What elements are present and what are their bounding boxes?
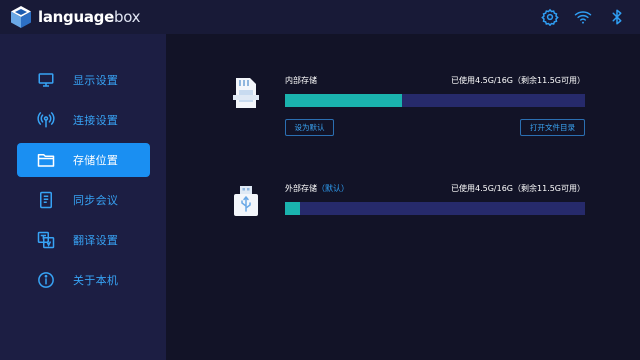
sidebar-item-label: 翻译设置 xyxy=(73,234,119,247)
translate-icon xyxy=(37,231,55,249)
internal-storage-bar-fill xyxy=(285,94,402,107)
usb-drive-icon xyxy=(229,184,263,218)
set-default-button[interactable]: 设为默认 xyxy=(285,119,334,136)
logo-text: languagebox xyxy=(38,8,141,26)
external-storage-title: 外部存储（默认） xyxy=(285,184,349,193)
wifi-icon[interactable] xyxy=(574,8,592,26)
sidebar-item-label: 存储位置 xyxy=(73,154,119,167)
logo-cube-icon xyxy=(11,6,31,28)
monitor-icon xyxy=(37,71,55,89)
sidebar-item-connection-settings[interactable]: 连接设置 xyxy=(17,103,150,137)
sidebar-item-label: 同步会议 xyxy=(73,194,119,207)
storage-panel: 内部存储 已使用4.5G/16G（剩余11.5G可用） 设为默认 打开文件目录 … xyxy=(166,34,640,360)
sidebar-item-sync-meeting[interactable]: 同步会议 xyxy=(17,183,150,217)
internal-storage-title: 内部存储 xyxy=(285,76,317,85)
broadcast-icon xyxy=(37,111,55,129)
external-storage-bar-fill xyxy=(285,202,300,215)
bluetooth-icon[interactable] xyxy=(608,8,626,26)
open-file-directory-button[interactable]: 打开文件目录 xyxy=(520,119,585,136)
sidebar-item-label: 关于本机 xyxy=(73,274,119,287)
tablet-icon xyxy=(37,191,55,209)
sidebar-item-about-device[interactable]: 关于本机 xyxy=(17,263,150,297)
external-storage-usage: 已使用4.5G/16G（剩余11.5G可用） xyxy=(450,184,585,193)
sidebar-item-display-settings[interactable]: 显示设置 xyxy=(17,63,150,97)
sidebar-item-label: 显示设置 xyxy=(73,74,119,87)
settings-gear-icon[interactable] xyxy=(541,8,559,26)
sidebar-item-label: 连接设置 xyxy=(73,114,119,127)
sd-card-icon xyxy=(229,76,263,110)
folder-icon xyxy=(37,151,55,169)
sidebar: 显示设置 连接设置 存储位置 同步会议 翻译设置 关于本机 xyxy=(0,34,166,360)
internal-storage-usage: 已使用4.5G/16G（剩余11.5G可用） xyxy=(450,76,585,85)
internal-storage-bar xyxy=(285,94,585,107)
external-storage-bar xyxy=(285,202,585,215)
app-logo: languagebox xyxy=(8,5,141,29)
default-tag: （默认） xyxy=(317,184,349,193)
top-bar: languagebox xyxy=(0,0,640,34)
sidebar-item-translation-settings[interactable]: 翻译设置 xyxy=(17,223,150,257)
sidebar-item-storage-location[interactable]: 存储位置 xyxy=(17,143,150,177)
info-icon xyxy=(37,271,55,289)
